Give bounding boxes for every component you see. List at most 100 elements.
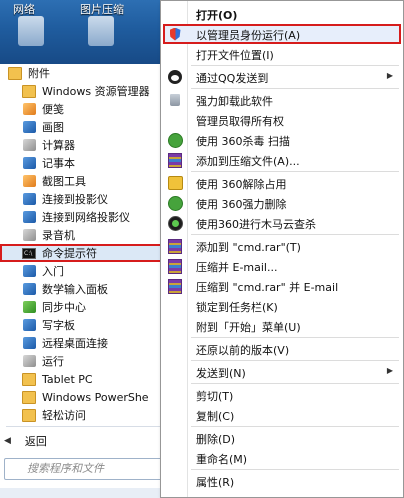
menu-separator <box>191 88 399 89</box>
context-menu-item[interactable]: 打开(O) <box>163 4 401 24</box>
360-trojan-scan-icon <box>167 215 183 231</box>
back-button[interactable]: ◀ 返回 <box>4 432 47 450</box>
menu-separator <box>191 383 399 384</box>
context-menu-item[interactable]: 还原以前的版本(V) <box>163 339 401 359</box>
program-item-label: 运行 <box>42 355 64 368</box>
folder-icon <box>8 66 22 80</box>
context-menu-item[interactable]: 锁定到任务栏(K) <box>163 296 401 316</box>
menu-separator <box>191 360 399 361</box>
program-item-label: 连接到投影仪 <box>42 193 108 206</box>
context-menu-item-label: 强力卸载此软件 <box>196 95 273 108</box>
360-force-delete-icon <box>167 195 183 211</box>
context-menu-item[interactable]: 属性(R) <box>163 471 401 491</box>
uninstall-icon <box>167 93 183 107</box>
program-item-label: 数学输入面板 <box>42 283 108 296</box>
desktop-icon-label-network: 网络 <box>13 3 35 16</box>
context-menu-item[interactable]: 添加到 "cmd.rar"(T) <box>163 236 401 256</box>
context-menu-item-label: 添加到压缩文件(A)... <box>196 155 300 168</box>
context-menu-item[interactable]: 使用 360杀毒 扫描 <box>163 130 401 150</box>
context-menu-item[interactable]: 强力卸载此软件 <box>163 90 401 110</box>
program-item-label: Windows 资源管理器 <box>42 85 150 98</box>
submenu-arrow-icon: ▶ <box>386 71 393 80</box>
folder-icon <box>22 408 36 422</box>
context-menu-item[interactable]: 使用 360解除占用 <box>163 173 401 193</box>
context-menu-item-label: 删除(D) <box>196 433 236 446</box>
context-menu-item-label: 锁定到任务栏(K) <box>196 301 278 314</box>
context-menu-item[interactable]: 重命名(M) <box>163 448 401 468</box>
program-item-label: 连接到网络投影仪 <box>42 211 130 224</box>
sticky-notes-icon <box>22 103 36 116</box>
context-menu-item[interactable]: 压缩到 "cmd.rar" 并 E-mail <box>163 276 401 296</box>
uac-shield-icon <box>167 27 183 41</box>
program-item-label: 截图工具 <box>42 175 86 188</box>
network-projector-icon <box>22 211 36 224</box>
program-item-label: 便笺 <box>42 103 64 116</box>
submenu-arrow-icon: ▶ <box>386 366 393 375</box>
360-antivirus-icon <box>167 132 183 148</box>
paint-icon <box>22 121 36 134</box>
image-compress-icon[interactable] <box>88 16 114 46</box>
context-menu-item-label: 还原以前的版本(V) <box>196 344 290 357</box>
sound-recorder-icon <box>22 229 36 242</box>
program-item-label: 命令提示符 <box>42 247 97 260</box>
program-item-label: 记事本 <box>42 157 75 170</box>
context-menu-item-label: 打开(O) <box>196 9 238 22</box>
menu-separator <box>191 337 399 338</box>
winrar-icon <box>167 238 183 254</box>
menu-separator <box>191 426 399 427</box>
context-menu-item[interactable]: 删除(D) <box>163 428 401 448</box>
wordpad-icon <box>22 319 36 332</box>
winrar-icon <box>167 152 183 168</box>
context-menu-item[interactable]: 附到「开始」菜单(U) <box>163 316 401 336</box>
context-menu-item[interactable]: 管理员取得所有权 <box>163 110 401 130</box>
remote-desktop-icon <box>22 337 36 350</box>
context-menu: 打开(O) 以管理员身份运行(A) 打开文件位置(I) 通过QQ发送到 ▶ 强力卸载此软件… <box>160 0 404 498</box>
program-item-label: 入门 <box>42 265 64 278</box>
cmd-icon: C:\ <box>22 247 36 260</box>
program-item-label: Windows PowerShe <box>42 390 149 404</box>
context-menu-item[interactable]: 剪切(T) <box>163 385 401 405</box>
context-menu-item[interactable]: 通过QQ发送到 ▶ <box>163 67 401 87</box>
context-menu-item-label: 附到「开始」菜单(U) <box>196 321 301 334</box>
projector-icon <box>22 193 36 206</box>
context-menu-item-label: 以管理员身份运行(A) <box>196 29 301 42</box>
folder-icon <box>22 390 36 404</box>
context-menu-item-label: 属性(R) <box>196 476 235 489</box>
context-menu-item[interactable]: 以管理员身份运行(A) <box>163 24 401 44</box>
desktop-icon-label-image-compress: 图片压缩 <box>80 3 124 16</box>
program-item-label: Tablet PC <box>42 372 93 386</box>
program-item-label: 计算器 <box>42 139 75 152</box>
context-menu-item[interactable]: 使用360进行木马云查杀 <box>163 213 401 233</box>
context-menu-item-label: 使用360进行木马云查杀 <box>196 218 316 231</box>
context-menu-item-label: 重命名(M) <box>196 453 248 466</box>
context-menu-item-label: 管理员取得所有权 <box>196 115 284 128</box>
run-icon <box>22 355 36 368</box>
context-menu-item-label: 使用 360杀毒 扫描 <box>196 135 290 148</box>
winrar-icon <box>167 258 183 274</box>
menu-separator <box>191 469 399 470</box>
context-menu-item-label: 使用 360强力删除 <box>196 198 287 211</box>
context-menu-item-label: 压缩并 E-mail... <box>196 261 278 274</box>
network-icon[interactable] <box>18 16 44 46</box>
back-arrow-icon: ◀ <box>4 436 11 446</box>
snipping-tool-icon <box>22 175 36 188</box>
context-menu-item[interactable]: 复制(C) <box>163 405 401 425</box>
context-menu-item[interactable]: 发送到(N) ▶ <box>163 362 401 382</box>
context-menu-item[interactable]: 打开文件位置(I) <box>163 44 401 64</box>
program-item-label: 远程桌面连接 <box>42 337 108 350</box>
getting-started-icon <box>22 265 36 278</box>
context-menu-item-label: 压缩到 "cmd.rar" 并 E-mail <box>196 281 339 294</box>
sync-center-icon <box>22 301 36 314</box>
notepad-icon <box>22 157 36 170</box>
context-menu-item-label: 发送到(N) <box>196 367 246 380</box>
winrar-icon <box>167 278 183 294</box>
context-menu-item[interactable]: 添加到压缩文件(A)... <box>163 150 401 170</box>
context-menu-item[interactable]: 使用 360强力删除 <box>163 193 401 213</box>
context-menu-item[interactable]: 压缩并 E-mail... <box>163 256 401 276</box>
menu-separator <box>191 171 399 172</box>
context-menu-item-label: 剪切(T) <box>196 390 234 403</box>
back-label: 返回 <box>24 435 47 448</box>
context-menu-item-label: 打开文件位置(I) <box>196 49 274 62</box>
program-item-label: 同步中心 <box>42 301 86 314</box>
context-menu-item-label: 复制(C) <box>196 410 235 423</box>
